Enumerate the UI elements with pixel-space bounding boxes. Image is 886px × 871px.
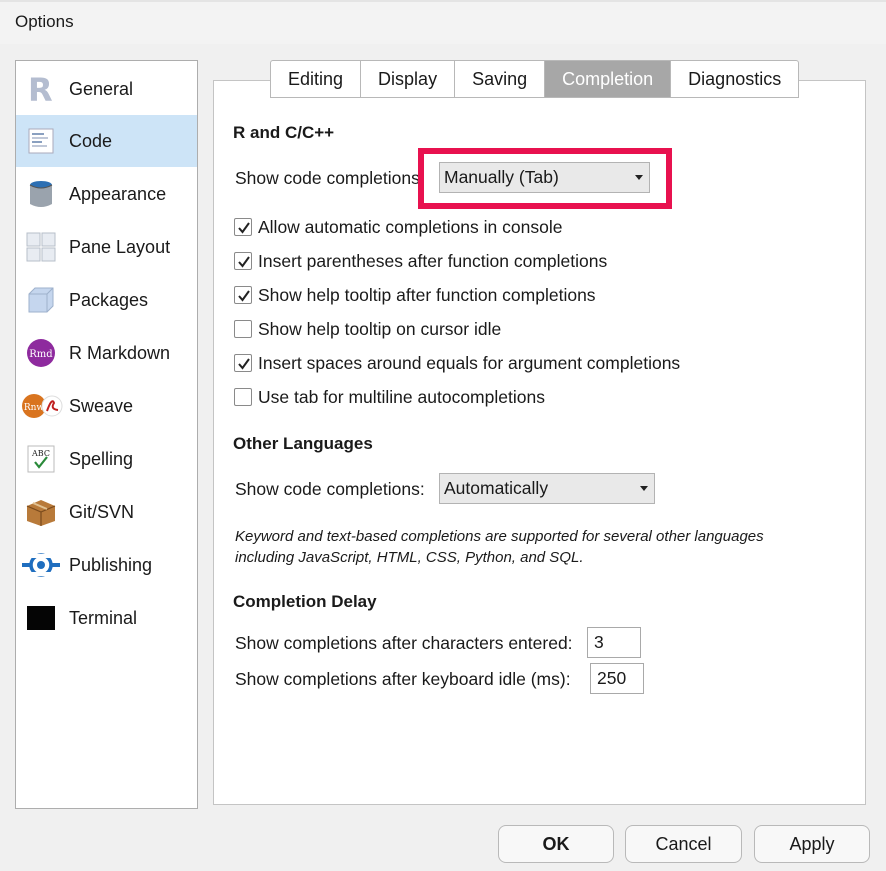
sidebar-item-label: Sweave <box>69 395 134 416</box>
pane-grid-icon <box>25 231 57 263</box>
sidebar-item-sweave[interactable]: Rnw Sweave <box>16 380 197 432</box>
title-bar: Options <box>0 0 886 44</box>
checkbox-label: Use tab for multiline autocompletions <box>258 386 545 407</box>
checkbox-row-spaces-equals[interactable]: Insert spaces around equals for argument… <box>234 352 680 374</box>
options-sidebar: R General Code Appearance Pane Layout Pa… <box>15 60 198 809</box>
tab-bar: Editing Display Saving Completion Diagno… <box>270 60 800 98</box>
sidebar-item-label: R Markdown <box>69 342 171 363</box>
delay-section-heading: Completion Delay <box>233 592 377 611</box>
other-languages-note: Keyword and text-based completions are s… <box>235 528 764 566</box>
svg-text:Rnw: Rnw <box>24 403 45 413</box>
publishing-icon <box>21 549 61 581</box>
checkbox-label: Show help tooltip on cursor idle <box>258 318 502 339</box>
sidebar-item-code[interactable]: Code <box>16 115 197 167</box>
highlight-box <box>418 148 672 209</box>
checkbox-label: Insert spaces around equals for argument… <box>258 352 681 373</box>
paint-bucket-icon <box>25 178 57 210</box>
chars-entered-label: Show completions after characters entere… <box>235 633 573 653</box>
checkbox-spaces-equals[interactable] <box>234 354 252 372</box>
checkbox-row-tab-multiline[interactable]: Use tab for multiline autocompletions <box>234 386 545 408</box>
checkbox-label: Allow automatic completions in console <box>258 216 563 237</box>
sidebar-item-label: Spelling <box>69 448 134 469</box>
sidebar-item-label: Code <box>69 130 113 151</box>
checkbox-insert-parentheses[interactable] <box>234 252 252 270</box>
checkbox-help-tooltip-idle[interactable] <box>234 320 252 338</box>
checkbox-row-auto-console[interactable]: Allow automatic completions in console <box>234 216 562 238</box>
checkbox-row-help-tooltip-function[interactable]: Show help tooltip after function complet… <box>234 284 596 306</box>
checkbox-label: Insert parentheses after function comple… <box>258 250 608 271</box>
chars-entered-input[interactable]: 3 <box>587 627 641 658</box>
sidebar-item-git-svn[interactable]: Git/SVN <box>16 486 197 538</box>
other-show-completions-select[interactable]: Automatically <box>439 473 655 504</box>
code-document-icon <box>25 125 57 157</box>
svg-text:Rmd: Rmd <box>29 349 53 360</box>
spelling-abc-icon: ABC <box>25 443 57 475</box>
cancel-button[interactable]: Cancel <box>625 825 742 863</box>
chevron-down-icon <box>640 486 648 491</box>
svg-text:ABC: ABC <box>31 449 50 458</box>
checkbox-row-help-tooltip-idle[interactable]: Show help tooltip on cursor idle <box>234 318 501 340</box>
keyboard-idle-input[interactable]: 250 <box>590 663 644 694</box>
checkbox-auto-console[interactable] <box>234 218 252 236</box>
other-section-heading: Other Languages <box>233 434 373 453</box>
window-title: Options <box>15 12 74 31</box>
rmd-icon: Rmd <box>25 337 57 369</box>
sidebar-item-label: Packages <box>69 289 149 310</box>
r-show-completions-label: Show code completions: <box>235 168 425 188</box>
sidebar-item-label: Pane Layout <box>69 236 171 257</box>
sweave-icon: Rnw <box>20 390 64 422</box>
checkbox-label: Show help tooltip after function complet… <box>258 284 596 305</box>
sidebar-item-label: Git/SVN <box>69 501 135 522</box>
sidebar-item-appearance[interactable]: Appearance <box>16 168 197 220</box>
sidebar-item-label: Appearance <box>69 183 167 204</box>
sidebar-item-pane-layout[interactable]: Pane Layout <box>16 221 197 273</box>
title-bar-top-line <box>0 0 886 2</box>
package-cube-icon <box>25 284 57 316</box>
sidebar-item-terminal[interactable]: Terminal <box>16 592 197 644</box>
svg-text:R: R <box>28 74 53 104</box>
tab-saving[interactable]: Saving <box>454 60 545 98</box>
sidebar-item-label: Terminal <box>69 607 138 628</box>
checkbox-tab-multiline[interactable] <box>234 388 252 406</box>
tab-editing[interactable]: Editing <box>270 60 361 98</box>
apply-button[interactable]: Apply <box>754 825 870 863</box>
other-show-completions-value: Automatically <box>444 478 549 498</box>
r-logo-icon: R <box>25 73 57 105</box>
sidebar-item-general[interactable]: R General <box>16 63 197 115</box>
checkbox-help-tooltip-function[interactable] <box>234 286 252 304</box>
sidebar-item-r-markdown[interactable]: Rmd R Markdown <box>16 327 197 379</box>
tab-display[interactable]: Display <box>360 60 455 98</box>
sidebar-item-label: Publishing <box>69 554 153 575</box>
ok-button[interactable]: OK <box>498 825 614 863</box>
terminal-icon <box>25 602 57 634</box>
other-show-completions-label: Show code completions: <box>235 479 425 499</box>
tab-completion[interactable]: Completion <box>544 60 671 98</box>
keyboard-idle-label: Show completions after keyboard idle (ms… <box>235 669 571 689</box>
sidebar-item-publishing[interactable]: Publishing <box>16 539 197 591</box>
sidebar-item-spelling[interactable]: ABC Spelling <box>16 433 197 485</box>
checkbox-row-insert-parentheses[interactable]: Insert parentheses after function comple… <box>234 250 607 272</box>
git-box-icon <box>25 496 57 528</box>
r-section-heading: R and C/C++ <box>233 123 335 142</box>
sidebar-item-packages[interactable]: Packages <box>16 274 197 326</box>
tab-diagnostics[interactable]: Diagnostics <box>670 60 800 98</box>
sidebar-item-label: General <box>69 78 134 99</box>
